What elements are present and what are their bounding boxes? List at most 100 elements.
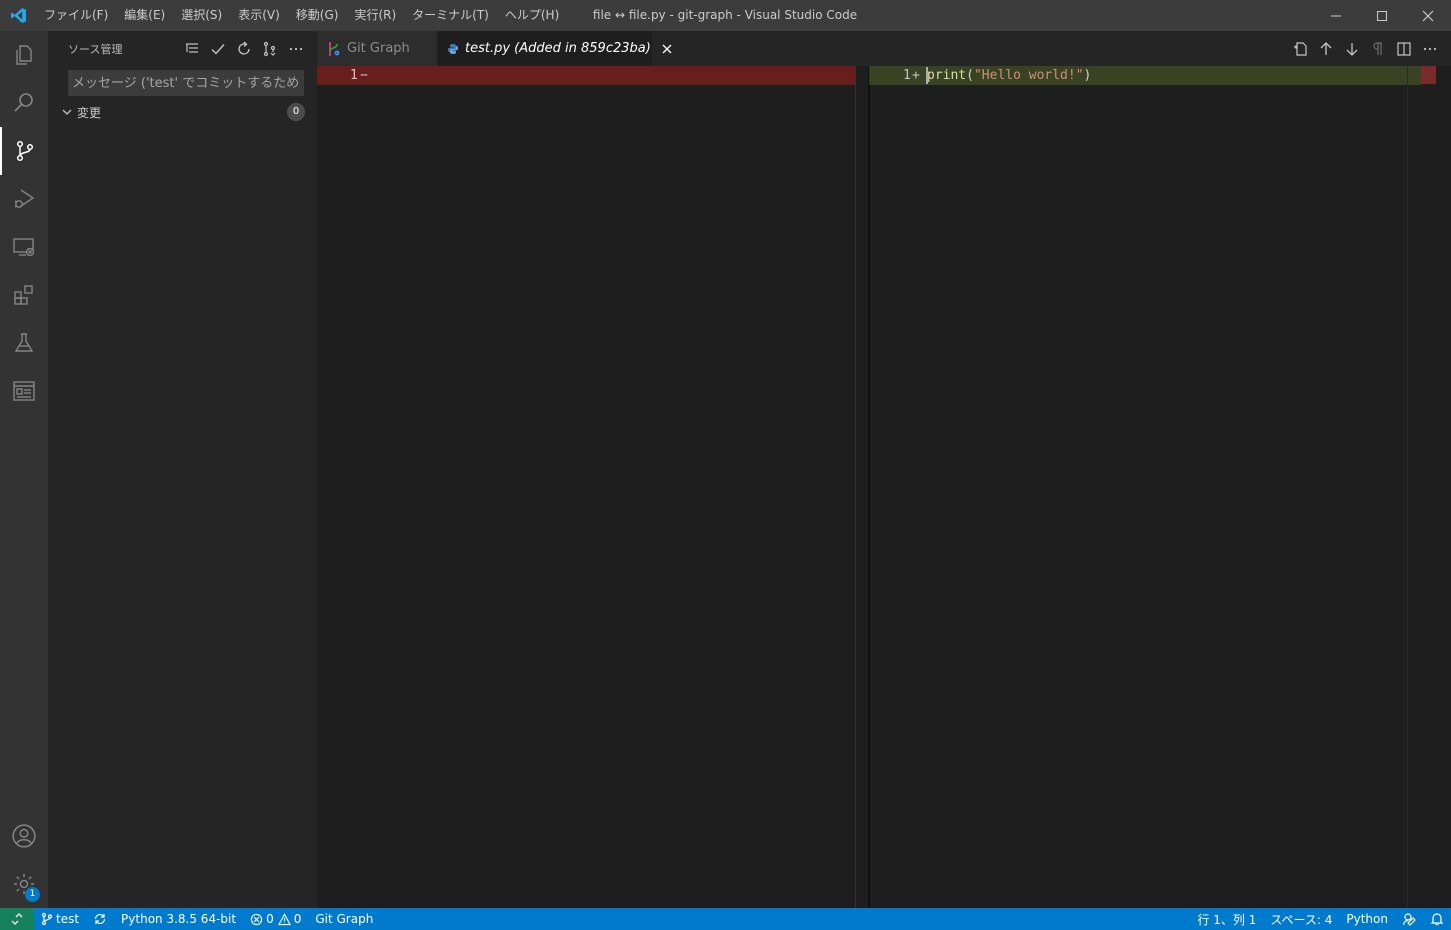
activity-run-debug[interactable] [0, 175, 48, 223]
activity-source-control[interactable] [0, 127, 48, 175]
more-actions-button[interactable] [283, 38, 309, 60]
code-function-token: print [927, 68, 967, 83]
next-change-button[interactable] [1339, 36, 1365, 62]
arrow-down-icon [1346, 42, 1358, 56]
menu-help[interactable]: ヘルプ(H) [497, 0, 567, 31]
tab-test-py-label: test.py (Added in 859c23ba) [465, 41, 651, 56]
menu-view[interactable]: 表示(V) [230, 0, 288, 31]
run-debug-icon [14, 189, 35, 208]
window-controls [1313, 0, 1451, 31]
indentation-label: スペース: 4 [1270, 912, 1333, 927]
git-graph-icon [13, 381, 35, 401]
status-indentation[interactable]: スペース: 4 [1263, 908, 1339, 930]
status-language-mode[interactable]: Python [1339, 908, 1395, 930]
status-git-graph[interactable]: Git Graph [308, 908, 380, 930]
cursor-position-label: 行 1、列 1 [1197, 912, 1257, 927]
refresh-icon [238, 41, 250, 55]
tab-test-py[interactable]: test.py (Added in 859c23ba) [437, 31, 672, 66]
menu-selection[interactable]: 選択(S) [173, 0, 230, 31]
left-line-number: 1 [350, 68, 358, 83]
minimap[interactable] [1407, 66, 1421, 908]
status-cursor-position[interactable]: 行 1、列 1 [1190, 908, 1263, 930]
diff-original-pane[interactable]: 1 − [317, 66, 855, 908]
git-graph-branch-icon [263, 41, 276, 56]
close-window-button[interactable] [1405, 0, 1451, 31]
split-editor-button[interactable] [1391, 36, 1417, 62]
status-feedback[interactable] [1395, 908, 1423, 930]
diff-editor[interactable]: 1 − 1 + print("Hello world!") [317, 66, 1451, 908]
activity-accounts[interactable] [0, 812, 48, 860]
error-count: 0 [266, 912, 274, 926]
menu-file[interactable]: ファイル(F) [36, 0, 116, 31]
tree-view-icon [186, 42, 198, 53]
menu-run[interactable]: 実行(R) [346, 0, 404, 31]
vscode-logo-icon [0, 0, 36, 31]
extensions-icon [14, 285, 33, 305]
close-icon [1422, 10, 1434, 21]
activity-search[interactable] [0, 79, 48, 127]
tab-close-button[interactable] [661, 43, 673, 55]
activity-git-graph[interactable] [0, 367, 48, 415]
code-line[interactable]: print("Hello world!") [927, 66, 1091, 85]
files-icon [16, 45, 32, 65]
check-icon [211, 43, 225, 55]
activity-explorer[interactable] [0, 31, 48, 79]
remote-explorer-icon [13, 238, 35, 257]
bell-icon [1430, 913, 1444, 926]
branch-icon [41, 912, 53, 926]
status-notifications[interactable] [1423, 908, 1451, 930]
pilcrow-icon [1373, 41, 1382, 55]
added-line-marker: + [912, 68, 920, 83]
status-problems[interactable]: 0 0 [243, 908, 308, 930]
sidebar-header: ソース管理 [48, 31, 317, 66]
minimize-button[interactable] [1313, 0, 1359, 31]
error-icon [250, 913, 263, 925]
diff-overview-marker [1421, 66, 1436, 84]
ellipsis-icon [1423, 47, 1437, 50]
status-branch[interactable]: test [34, 908, 86, 930]
git-graph-status-label: Git Graph [315, 912, 374, 926]
ellipsis-icon [289, 47, 303, 50]
status-bar-right: 行 1、列 1 スペース: 4 Python [1190, 908, 1451, 930]
commit-button[interactable] [205, 38, 231, 60]
toggle-whitespace-button[interactable] [1365, 36, 1391, 62]
menu-go[interactable]: 移動(G) [288, 0, 347, 31]
source-control-sidebar: ソース管理 変更 0 [48, 31, 317, 908]
source-control-icon [16, 140, 34, 162]
arrow-up-icon [1320, 41, 1332, 55]
refresh-button[interactable] [231, 38, 257, 60]
maximize-button[interactable] [1359, 0, 1405, 31]
status-bar: test Python 3.8.5 64-bit 0 0 Git Graph 行… [0, 908, 1451, 930]
activity-extensions[interactable] [0, 271, 48, 319]
view-git-graph-button[interactable] [257, 38, 283, 60]
diff-modified-pane[interactable]: 1 + print("Hello world!") [869, 66, 1421, 908]
open-file-button[interactable] [1287, 36, 1313, 62]
status-sync[interactable] [86, 908, 114, 930]
previous-change-button[interactable] [1313, 36, 1339, 62]
overview-ruler[interactable] [1421, 66, 1451, 908]
menu-edit[interactable]: 編集(E) [116, 0, 173, 31]
menu-terminal[interactable]: ターミナル(T) [404, 0, 497, 31]
changes-count-badge: 0 [287, 103, 305, 121]
tab-git-graph[interactable]: Git Graph [317, 31, 437, 66]
activity-testing[interactable] [0, 319, 48, 367]
sidebar-actions [179, 31, 309, 66]
title-bar: ファイル(F) 編集(E) 選択(S) 表示(V) 移動(G) 実行(R) ター… [0, 0, 1451, 31]
go-to-file-icon [1294, 41, 1307, 56]
editor-more-actions-button[interactable] [1417, 36, 1443, 62]
language-mode-label: Python [1346, 912, 1388, 926]
commit-message-input[interactable] [68, 70, 304, 96]
deleted-line-highlight [317, 66, 855, 85]
activity-remote-explorer[interactable] [0, 223, 48, 271]
editor-tab-bar: Git Graph test.py (Added in 859c23ba) [317, 31, 1451, 66]
activity-manage[interactable]: 1 [0, 860, 48, 908]
settings-update-badge: 1 [25, 887, 40, 902]
remote-indicator-button[interactable] [0, 908, 34, 930]
changes-section-header[interactable]: 変更 0 [48, 101, 317, 123]
maximize-icon [1377, 10, 1387, 21]
account-icon [12, 824, 36, 848]
editor-actions [1287, 31, 1443, 66]
original-pane-scrollbar[interactable] [855, 66, 869, 908]
view-as-tree-button[interactable] [179, 38, 205, 60]
status-python-interpreter[interactable]: Python 3.8.5 64-bit [114, 908, 243, 930]
